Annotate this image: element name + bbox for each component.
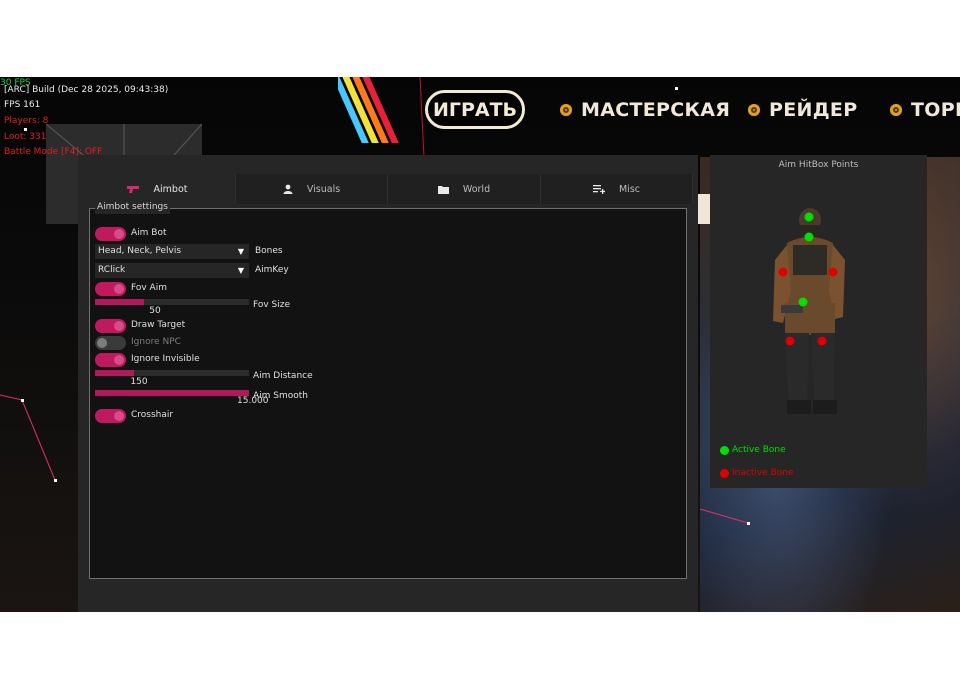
nav-dot-icon [748,104,760,116]
nav-raider-label: РЕЙДЕР [769,99,858,121]
tab-aimbot-label: Aimbot [153,183,188,195]
dropdown-arrow-icon: ▼ [237,266,244,275]
play-button[interactable]: ИГРАТЬ [425,90,525,129]
fov-aim-toggle[interactable] [95,282,126,296]
draw-target-toggle[interactable] [95,319,126,333]
gun-icon [126,184,140,194]
tab-misc-label: Misc [618,183,640,195]
legend-active-label: Active Bone [732,445,786,455]
cheat-menu-window: Aimbot Visuals World Misc Aimbot setting… [78,155,698,612]
section-title: Aimbot settings [95,201,170,214]
nav-raider[interactable]: РЕЙДЕР [748,90,857,130]
legend-inactive: Inactive Bone [720,468,794,478]
legend-inactive-label: Inactive Bone [732,468,794,478]
draw-target-label: Draw Target [131,320,186,330]
aim-bot-label: Aim Bot [131,228,167,238]
bone-left-shoulder [778,267,788,277]
dropdown-arrow-icon: ▼ [237,247,244,256]
bones-select[interactable]: Head, Neck, Pelvis ▼ [95,244,249,259]
fov-size-label: Fov Size [253,300,291,310]
ignore-invisible-toggle[interactable] [95,353,126,367]
tab-misc[interactable]: Misc [541,174,693,204]
aim-distance-label: Aim Distance [253,371,313,381]
active-bone-dot-icon [720,445,729,455]
aim-distance-value: 150 [130,377,148,387]
aim-smooth-fill [95,390,249,396]
bones-value: Head, Neck, Pelvis [98,246,182,256]
bones-label: Bones [255,246,283,256]
inactive-bone-dot-icon [720,468,729,478]
aimkey-label: AimKey [255,265,289,275]
bone-neck [804,232,814,242]
bone-head [804,212,814,222]
aim-smooth-value: 15.000 [237,396,269,406]
aim-smooth-slider[interactable] [95,390,249,396]
bone-left-knee [785,336,795,346]
hitbox-panel: Aim HitBox Points Active Bone Inactive B… [710,155,927,488]
nav-workshop-label: МАСТЕРСКАЯ [581,99,731,121]
folder-icon [437,185,449,194]
bone-pelvis [798,297,808,307]
tab-bar: Aimbot Visuals World Misc [78,174,693,204]
bone-right-knee [817,336,827,346]
bone-right-shoulder [828,267,838,277]
nav-dot-icon [560,104,572,116]
aimkey-select[interactable]: RClick ▼ [95,263,249,278]
legend-active: Active Bone [720,445,786,455]
nav-trade-label: ТОРГО [911,99,960,121]
tab-world[interactable]: World [388,174,541,204]
build-info: [ARC] Build (Dec 28 2025, 09:43:38) [4,85,169,95]
tab-visuals[interactable]: Visuals [236,174,388,204]
crosshair-toggle[interactable] [95,409,126,423]
players-count: Players: 8 [4,116,49,126]
list-add-icon [592,184,605,194]
fps-counter: FPS 161 [4,100,41,110]
fov-size-fill [95,299,145,305]
aim-distance-slider[interactable] [95,370,249,376]
nav-trade[interactable]: ТОРГО [890,90,960,130]
nav-workshop[interactable]: МАСТЕРСКАЯ [560,90,730,130]
fov-size-slider[interactable] [95,299,249,305]
hitbox-points [778,212,838,346]
ignore-invisible-label: Ignore Invisible [131,354,200,364]
crosshair-label: Crosshair [131,410,174,420]
tab-visuals-label: Visuals [306,183,341,195]
aim-bot-toggle[interactable] [95,227,126,241]
fov-aim-label: Fov Aim [131,283,167,293]
aim-distance-fill [95,370,134,376]
loot-count: Loot: 331 [4,132,47,142]
tab-aimbot[interactable]: Aimbot [78,174,236,204]
ignore-npc-toggle[interactable] [95,336,126,350]
tab-world-label: World [462,183,491,195]
aimkey-value: RClick [98,265,126,275]
fov-size-value: 50 [149,306,161,316]
person-icon [283,184,293,194]
nav-dot-icon [890,104,902,116]
ignore-npc-label: Ignore NPC [131,337,181,347]
